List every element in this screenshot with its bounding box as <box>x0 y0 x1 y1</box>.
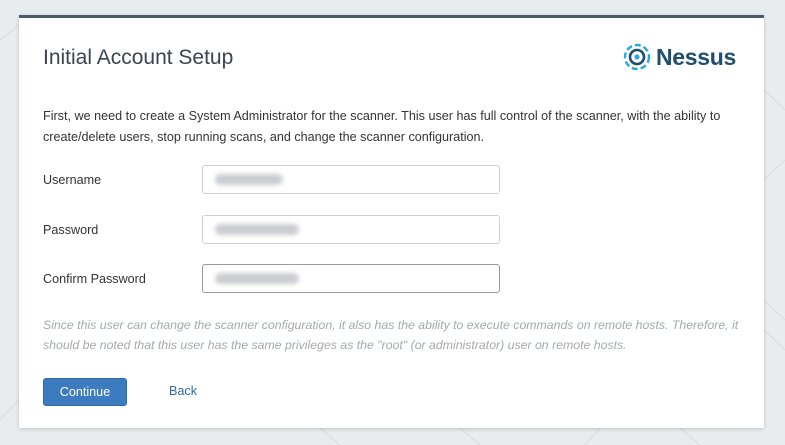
username-label: Username <box>43 173 102 187</box>
continue-button[interactable]: Continue <box>43 378 127 406</box>
setup-card: Initial Account Setup Nessus First, we n… <box>19 15 764 428</box>
password-row: Password <box>43 215 503 245</box>
confirm-password-label: Confirm Password <box>43 272 146 286</box>
nessus-logo: Nessus <box>622 41 736 73</box>
confirm-password-row: Confirm Password <box>43 264 503 294</box>
back-link[interactable]: Back <box>169 384 197 398</box>
intro-text: First, we need to create a System Admini… <box>43 109 721 144</box>
redacted-confirm-password <box>215 273 299 284</box>
redacted-username <box>215 174 283 185</box>
privilege-note: Since this user can change the scanner c… <box>43 318 739 352</box>
nessus-logo-icon <box>623 43 651 71</box>
logo-text: Nessus <box>656 43 737 70</box>
password-label: Password <box>43 223 99 237</box>
redacted-password <box>215 224 299 235</box>
username-row: Username <box>43 165 503 195</box>
page-title: Initial Account Setup <box>43 46 234 69</box>
